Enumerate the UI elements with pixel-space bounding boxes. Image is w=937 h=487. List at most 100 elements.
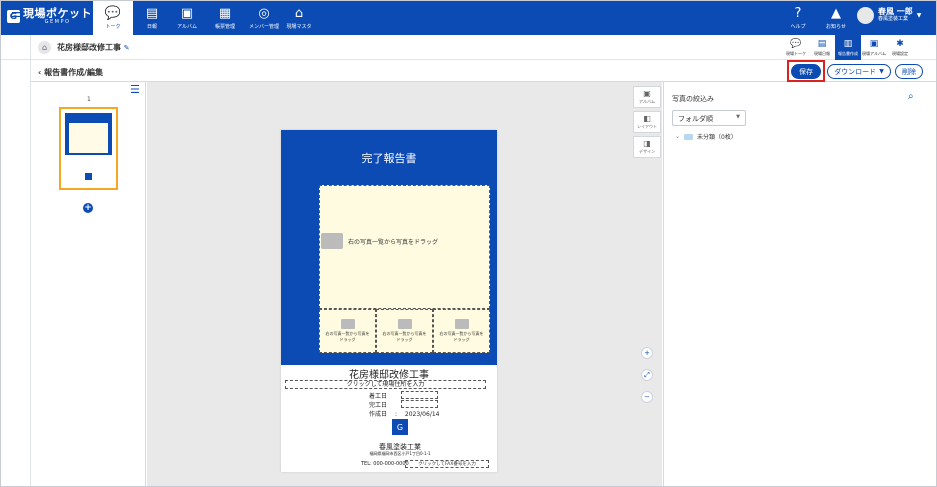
nav-item-forms[interactable]: ▦ 帳票管理 xyxy=(205,1,245,35)
report-page: 完了報告書 右の写真一覧から写真をドラッグ 右の写真一覧から写真をドラッグ 右の… xyxy=(281,130,497,472)
tool-design[interactable]: ◨ デザイン xyxy=(633,136,661,158)
folder-label: 未分類（0枚） xyxy=(697,134,737,141)
dropzone-text: 右の写真一覧から写真をドラッグ xyxy=(439,331,484,342)
chat-icon: 💬 xyxy=(104,5,122,21)
small-photo-dropzone[interactable]: 右の写真一覧から写真をドラッグ xyxy=(376,309,433,353)
help-icon: ? xyxy=(794,5,802,21)
nav-item-site-master[interactable]: ⌂ 現場マスタ xyxy=(279,1,319,35)
start-date-label: 着工日 xyxy=(369,393,388,400)
sort-select[interactable]: フォルダ順 ▼ xyxy=(672,110,746,126)
logo-main-text: 現場ポケット xyxy=(23,7,92,20)
house-icon: ⌂ xyxy=(294,5,304,21)
image-icon xyxy=(454,319,469,330)
project-tabs: 💬 現場トーク ▤ 現場日報 ▥ 報告書作成 ▣ 現場アルバム ✱ 現場設定 xyxy=(783,35,913,60)
thumbnail-photo-area xyxy=(69,123,108,153)
image-icon xyxy=(340,319,355,330)
notification-label: お知らせ xyxy=(826,23,846,30)
back-label: 報告書作成/編集 xyxy=(44,68,104,77)
zoom-in-icon[interactable]: + xyxy=(641,347,653,359)
helmet-icon: ◎ xyxy=(258,5,270,21)
download-button[interactable]: ダウンロード ▼ xyxy=(827,64,891,79)
tab-label: 現場アルバム xyxy=(862,50,886,56)
back-link[interactable]: ‹ 報告書作成/編集 xyxy=(38,67,103,78)
layout-icon: ◧ xyxy=(643,114,651,123)
nav-item-label: メンバー管理 xyxy=(248,23,279,30)
end-date-input[interactable] xyxy=(401,400,438,408)
document-icon: ▤ xyxy=(145,5,159,21)
canvas-tools: ▣ アルバム ◧ レイアウト ◨ デザイン xyxy=(633,86,661,158)
album-icon: ▣ xyxy=(180,5,194,21)
nav-item-members[interactable]: ◎ メンバー管理 xyxy=(244,1,284,35)
notification-button[interactable]: ▲ お知らせ xyxy=(816,1,856,35)
chevron-down-icon: ▼ xyxy=(879,68,884,75)
report-project-name[interactable]: 花房様邸改修工事 xyxy=(281,366,497,381)
folder-tree-item[interactable]: ⌄ 未分類（0枚） xyxy=(675,132,737,141)
created-date-row: 作成日 : 2023/06/14 xyxy=(369,409,439,418)
tab-label: 現場トーク xyxy=(786,50,806,56)
created-date-label: 作成日 xyxy=(369,411,388,418)
tab-site-talk[interactable]: 💬 現場トーク xyxy=(783,35,809,60)
tab-report-create[interactable]: ▥ 報告書作成 xyxy=(835,35,861,60)
main-dropzone-hint: 右の写真一覧から写真をドラッグ xyxy=(321,233,438,249)
menu-icon[interactable]: ☰ xyxy=(130,84,140,95)
tab-label: 現場日報 xyxy=(814,50,830,56)
nav-item-talk[interactable]: 💬 トーク xyxy=(93,1,133,35)
photo-filter-panel xyxy=(663,82,936,486)
search-icon[interactable]: ⌕ xyxy=(908,92,914,102)
download-label: ダウンロード xyxy=(834,67,877,76)
company-tel: TEL: 000-000-0000 xyxy=(361,461,409,467)
nav-item-daily-report[interactable]: ▤ 日報 xyxy=(132,1,172,35)
menu-icon[interactable]: ☰ xyxy=(11,7,22,19)
nav-item-label: 現場マスタ xyxy=(286,23,312,30)
thumbnail-logo xyxy=(85,173,92,180)
page-number: 1 xyxy=(87,96,91,103)
tool-layout[interactable]: ◧ レイアウト xyxy=(633,111,661,133)
dropzone-text: 右の写真一覧から写真をドラッグ xyxy=(325,331,370,342)
tool-album[interactable]: ▣ アルバム xyxy=(633,86,661,108)
chevron-down-icon: ⌄ xyxy=(675,133,681,140)
fax-input[interactable]: クリックしてFAX番号を入力 xyxy=(405,460,489,468)
document-icon: ▤ xyxy=(817,38,827,49)
project-title: 花房様邸改修工事 ✎ xyxy=(57,42,130,53)
app-window: G 現場ポケット GEMPO 💬 トーク ▤ 日報 ▣ アルバム ▦ 帳票管理 … xyxy=(0,0,937,487)
tool-label: レイアウト xyxy=(637,124,657,129)
bell-icon: ▲ xyxy=(831,5,841,21)
dropzone-text: 右の写真一覧から写真をドラッグ xyxy=(382,331,427,342)
small-photo-dropzone[interactable]: 右の写真一覧から写真をドラッグ xyxy=(433,309,490,353)
company-address: 福岡県福岡市西区小戸1丁目0-1-1 xyxy=(369,451,431,456)
delete-button[interactable]: 削除 xyxy=(895,64,923,79)
user-menu[interactable]: 春風 一郎 春風塗装工業 ▼ xyxy=(857,7,921,24)
end-date-label: 完工日 xyxy=(369,402,388,409)
report-title[interactable]: 完了報告書 xyxy=(281,150,497,166)
chat-icon: 💬 xyxy=(790,38,802,49)
zoom-out-icon[interactable]: − xyxy=(641,391,653,403)
add-page-button[interactable]: + xyxy=(83,203,93,213)
small-photo-dropzone[interactable]: 右の写真一覧から写真をドラッグ xyxy=(319,309,376,353)
nav-item-label: 帳票管理 xyxy=(214,23,235,30)
tab-label: 現場設定 xyxy=(892,50,908,56)
tab-label: 報告書作成 xyxy=(838,50,858,56)
tab-site-daily-report[interactable]: ▤ 現場日報 xyxy=(809,35,835,60)
tool-label: アルバム xyxy=(639,99,655,104)
thumbnail-info-area xyxy=(65,155,112,186)
gear-icon: ✱ xyxy=(896,38,904,49)
start-date-input[interactable] xyxy=(401,391,438,399)
calculator-icon: ▦ xyxy=(218,5,232,21)
nav-item-label: アルバム xyxy=(177,23,197,30)
album-icon: ▣ xyxy=(643,89,651,98)
tab-site-settings[interactable]: ✱ 現場設定 xyxy=(887,35,913,60)
dropzone-text: 右の写真一覧から写真をドラッグ xyxy=(348,238,439,246)
help-label: ヘルプ xyxy=(790,23,806,30)
help-button[interactable]: ? ヘルプ xyxy=(778,1,818,35)
fit-screen-icon[interactable]: ⤢ xyxy=(641,369,653,381)
tab-site-album[interactable]: ▣ 現場アルバム xyxy=(861,35,887,60)
chevron-down-icon: ▼ xyxy=(736,114,740,120)
nav-item-album[interactable]: ▣ アルバム xyxy=(167,1,207,35)
page-thumbnail[interactable] xyxy=(59,107,118,190)
avatar xyxy=(857,7,874,24)
home-icon[interactable]: ⌂ xyxy=(38,41,51,54)
address-input[interactable]: クリックして現場住所を入力 xyxy=(285,380,486,389)
edit-icon[interactable]: ✎ xyxy=(124,44,130,52)
tool-label: デザイン xyxy=(639,149,655,154)
image-icon xyxy=(321,233,343,249)
